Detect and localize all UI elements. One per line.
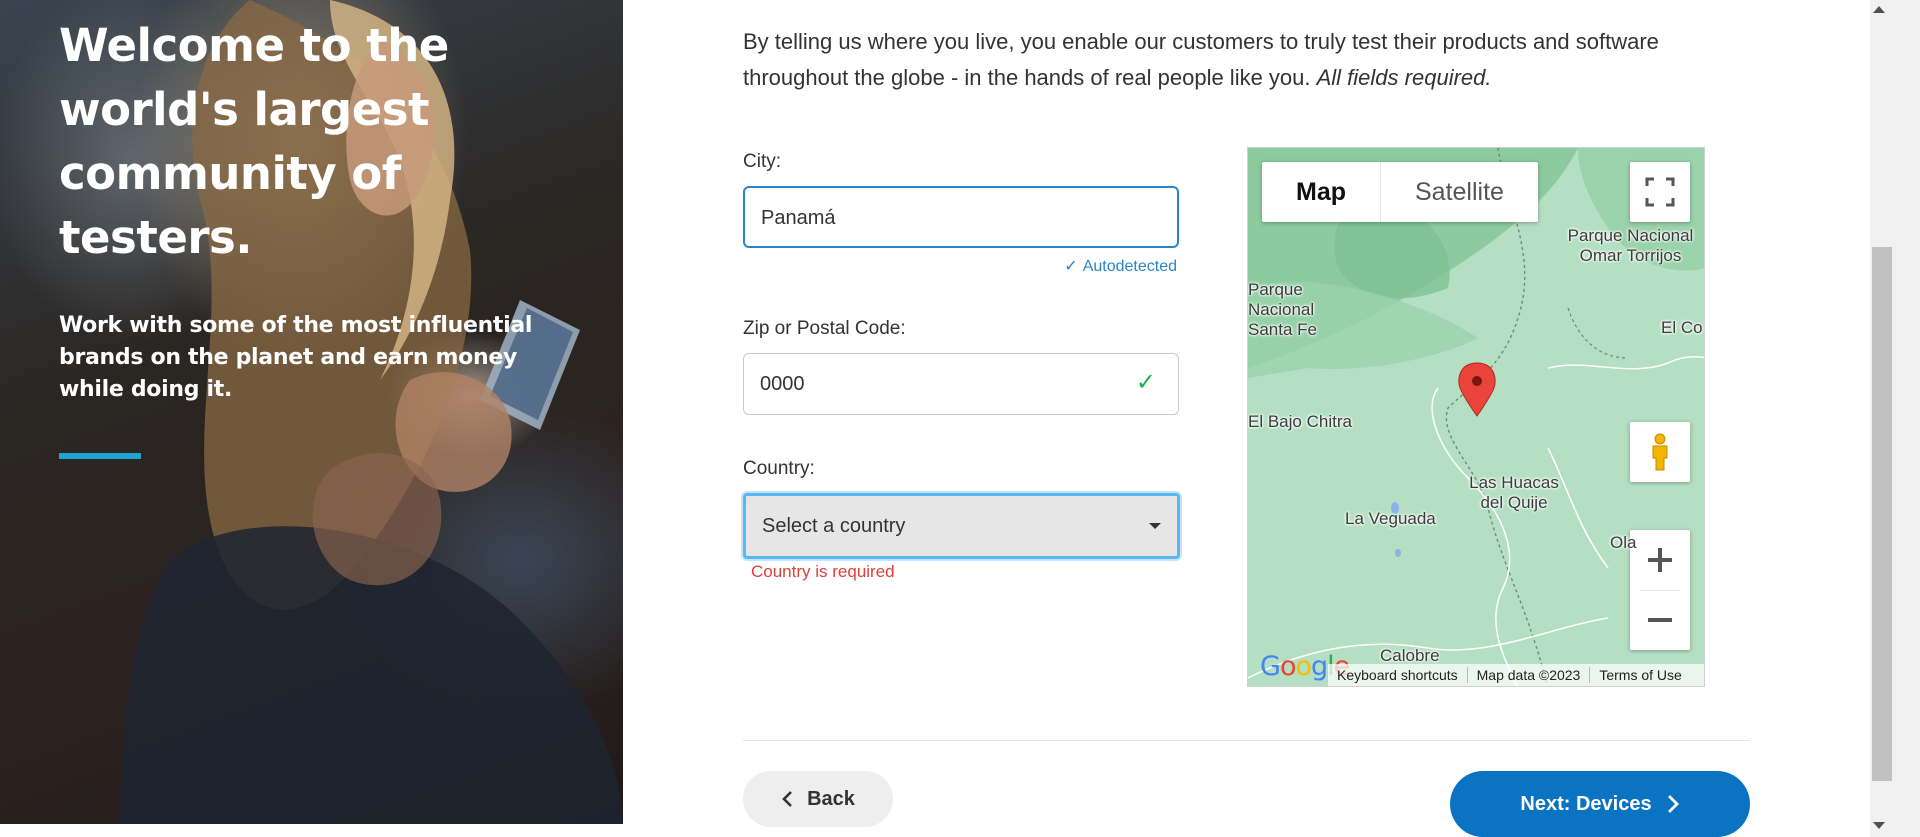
intro-body: By telling us where you live, you enable… bbox=[743, 29, 1659, 90]
plus-icon bbox=[1648, 548, 1672, 572]
zoom-in-button[interactable] bbox=[1630, 530, 1690, 590]
back-button[interactable]: Back bbox=[743, 771, 893, 827]
footer-divider bbox=[743, 740, 1750, 741]
zip-value: 0000 bbox=[760, 373, 805, 395]
location-map[interactable]: Map Satellite Parque Nacional Omar Torri… bbox=[1247, 147, 1705, 687]
map-label-calobre: Calobre bbox=[1380, 646, 1440, 665]
back-button-label: Back bbox=[807, 787, 855, 810]
page: Welcome to the world's largest community… bbox=[0, 0, 1920, 837]
map-label-las-huacas: Las Huacas del Quije bbox=[1469, 473, 1559, 512]
chevron-down-icon bbox=[1149, 523, 1161, 529]
check-icon: ✓ bbox=[1064, 258, 1078, 275]
country-label: Country: bbox=[743, 458, 815, 479]
zoom-out-button[interactable] bbox=[1630, 590, 1690, 650]
map-label-el-bajo-chitra: El Bajo Chitra bbox=[1248, 412, 1352, 431]
hero-accent-bar bbox=[59, 453, 141, 459]
autodetected-text: Autodetected bbox=[1082, 258, 1177, 275]
zoom-control bbox=[1630, 530, 1690, 650]
map-label-parque-santa-fe: Parque Nacional Santa Fe bbox=[1248, 280, 1317, 339]
map-label-la-veguada: La Veguada bbox=[1345, 509, 1436, 528]
map-footer: Keyboard shortcuts Map data ©2023 Terms … bbox=[1328, 664, 1704, 686]
scroll-up-arrow-icon[interactable] bbox=[1873, 6, 1885, 13]
intro-text: By telling us where you live, you enable… bbox=[743, 24, 1743, 96]
hero-subtitle: Work with some of the most influential b… bbox=[59, 313, 533, 402]
next-devices-button[interactable]: Next: Devices bbox=[1450, 771, 1750, 837]
required-note: All fields required. bbox=[1316, 65, 1492, 90]
autodetected-hint: ✓ Autodetected bbox=[1064, 256, 1177, 276]
map-label-el-co: El Co bbox=[1661, 318, 1703, 337]
map-type-satellite-button[interactable]: Satellite bbox=[1381, 162, 1538, 222]
chevron-left-icon bbox=[782, 791, 793, 807]
city-label: City: bbox=[743, 151, 781, 172]
scrollbar-thumb[interactable] bbox=[1872, 247, 1892, 781]
zip-label: Zip or Postal Code: bbox=[743, 318, 906, 339]
street-view-button[interactable] bbox=[1630, 422, 1690, 482]
scroll-down-arrow-icon[interactable] bbox=[1873, 822, 1885, 829]
map-data-text: Map data ©2023 bbox=[1468, 667, 1591, 683]
keyboard-shortcuts-link[interactable]: Keyboard shortcuts bbox=[1328, 667, 1468, 683]
city-field[interactable]: Panamá ✓ Autodetected bbox=[743, 186, 1179, 275]
country-select[interactable]: Select a country bbox=[743, 493, 1180, 559]
valid-check-icon: ✓ bbox=[1135, 369, 1156, 396]
hero-panel: Welcome to the world's largest community… bbox=[0, 0, 623, 824]
map-label-ola: Ola bbox=[1610, 533, 1637, 552]
map-type-control: Map Satellite bbox=[1262, 162, 1538, 222]
fullscreen-icon bbox=[1645, 177, 1675, 207]
country-error: Country is required bbox=[751, 562, 895, 581]
map-label-parque-omar: Parque Nacional Omar Torrijos bbox=[1567, 226, 1694, 265]
chevron-right-icon bbox=[1667, 795, 1679, 813]
minus-icon bbox=[1648, 618, 1672, 622]
fullscreen-button[interactable] bbox=[1630, 162, 1690, 222]
map-type-map-button[interactable]: Map bbox=[1262, 162, 1381, 222]
next-button-label: Next: Devices bbox=[1520, 792, 1652, 815]
terms-of-use-link[interactable]: Terms of Use bbox=[1590, 667, 1690, 683]
city-value: Panamá bbox=[761, 207, 836, 229]
zip-field[interactable]: 0000 ✓ bbox=[743, 353, 1179, 415]
pegman-icon bbox=[1652, 433, 1668, 471]
hero-title: Welcome to the world's largest community… bbox=[59, 19, 449, 264]
country-select-value: Select a country bbox=[762, 515, 906, 537]
